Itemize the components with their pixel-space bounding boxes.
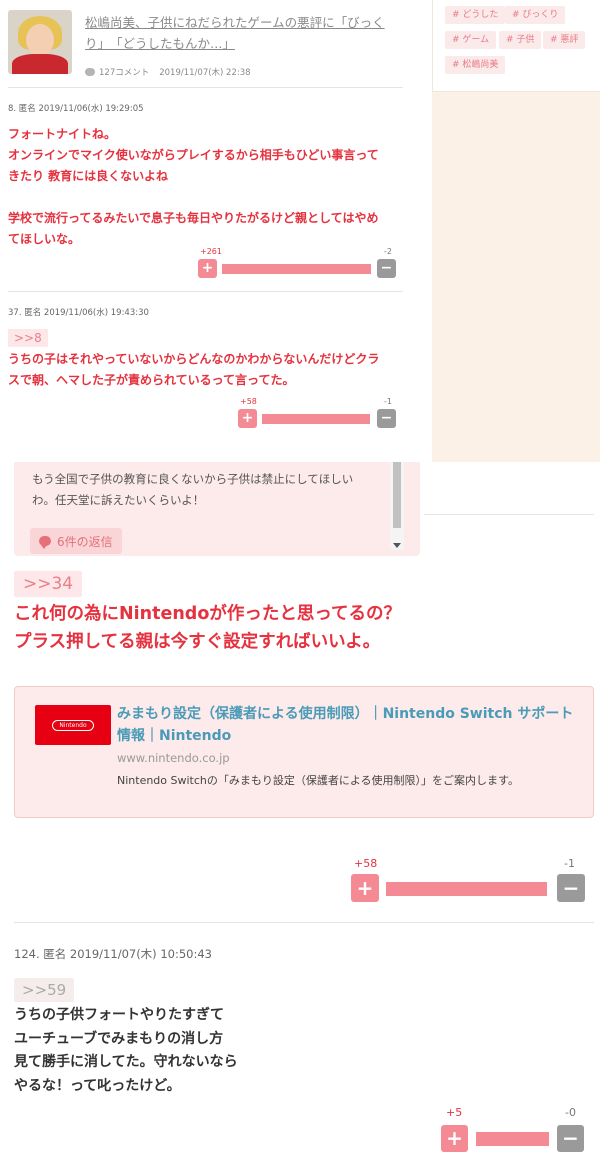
plus-count: +58: [354, 857, 378, 870]
minus-button[interactable]: −: [377, 259, 396, 278]
anchor-link[interactable]: >>34: [14, 571, 83, 597]
divider: [8, 291, 403, 292]
tag-item[interactable]: # 悪評: [543, 31, 586, 49]
divider: [8, 87, 403, 88]
comment-icon: [85, 68, 95, 76]
link-card-description: Nintendo Switchの「みまもり設定（保護者による使用制限）」をご案内…: [117, 774, 519, 787]
comment-header: 8. 匿名 2019/11/06(水) 19:29:05: [8, 104, 144, 114]
plus-button[interactable]: +: [351, 874, 379, 902]
article-date: 2019/11/07(木) 22:38: [159, 68, 251, 78]
comment-body: うちの子はそれやっていないからどんなのかわからないんだけどクラ スで朝、ヘマした…: [8, 352, 380, 387]
comment-body: うちの子供フォートやりたすぎて ユーチューブでみまもりの消し方 見て勝手に消して…: [14, 1007, 238, 1094]
plus-button[interactable]: +: [198, 259, 217, 278]
comment-header: 124. 匿名 2019/11/07(木) 10:50:43: [14, 947, 212, 961]
divider: [424, 514, 594, 515]
scroll-down-arrow-icon[interactable]: [393, 543, 401, 548]
link-preview-card[interactable]: Nintendo みまもり設定（保護者による使用制限）｜Nintendo Swi…: [14, 686, 594, 818]
tag-item[interactable]: # 子供: [499, 31, 542, 49]
link-card-domain: www.nintendo.co.jp: [117, 751, 230, 765]
divider: [14, 922, 594, 923]
tag-item[interactable]: # びっくり: [505, 6, 566, 24]
plus-count: +5: [446, 1106, 463, 1119]
anchor-link[interactable]: >>8: [8, 329, 48, 347]
comment-body: これ何の為にNintendoが作ったと思ってるの？ プラス押してる親は今すぐ設定…: [14, 604, 401, 652]
plus-button[interactable]: +: [441, 1125, 468, 1152]
minus-count: -2: [384, 247, 392, 256]
speech-bubble-icon: [39, 536, 51, 549]
scrollbar[interactable]: [390, 462, 404, 550]
vote-ratio-bar: [262, 414, 371, 424]
comment-body: フォートナイトね。 オンラインでマイク使いながらプレイするから相手もひどい事言っ…: [8, 127, 379, 246]
minus-button[interactable]: −: [377, 409, 396, 428]
minus-button[interactable]: −: [557, 874, 585, 902]
tag-item[interactable]: # 松嶋尚美: [445, 56, 506, 74]
top-screenshot-region: # どうした # びっくり # ゲーム # 子供 # 悪評 # 松嶋尚美 松嶋尚…: [0, 0, 600, 462]
comment-count: 127コメント: [99, 68, 150, 78]
tag-list: # どうした # びっくり # ゲーム # 子供 # 悪評 # 松嶋尚美: [432, 0, 600, 92]
tag-item[interactable]: # ゲーム: [445, 31, 497, 49]
link-card-title[interactable]: みまもり設定（保護者による使用制限）｜Nintendo Switch サポート情…: [117, 703, 587, 747]
scrollbar-thumb[interactable]: [393, 462, 401, 528]
vote-ratio-bar: [476, 1132, 549, 1146]
article-meta: 127コメント 2019/11/07(木) 22:38: [85, 66, 251, 78]
minus-button[interactable]: −: [557, 1125, 584, 1152]
comment-header: 37. 匿名 2019/11/06(水) 19:43:30: [8, 308, 149, 318]
plus-count: +58: [240, 397, 257, 406]
plus-button[interactable]: +: [238, 409, 257, 428]
minus-count: -1: [564, 857, 575, 870]
quoted-comment-box: もう全国で子供の教育に良くないから子供は禁止にしてほしい わ。任天堂に訴えたいく…: [14, 462, 420, 556]
tag-item[interactable]: # どうした: [445, 6, 506, 24]
quoted-comment-text: もう全国で子供の教育に良くないから子供は禁止にしてほしい わ。任天堂に訴えたいく…: [32, 472, 354, 507]
anchor-link[interactable]: >>59: [14, 978, 75, 1002]
vote-ratio-bar: [386, 882, 548, 896]
replies-button[interactable]: 6件の返信: [30, 528, 122, 554]
vote-ratio-bar: [222, 264, 371, 274]
minus-count: -0: [565, 1106, 576, 1119]
nintendo-logo: Nintendo: [35, 705, 111, 745]
plus-count: +261: [200, 247, 222, 256]
article-thumbnail[interactable]: [8, 10, 72, 74]
minus-count: -1: [384, 397, 392, 406]
article-title-link[interactable]: 松嶋尚美、子供にねだられたゲームの悪評に「びっく り」 「どうしたもんか…」: [85, 12, 405, 54]
